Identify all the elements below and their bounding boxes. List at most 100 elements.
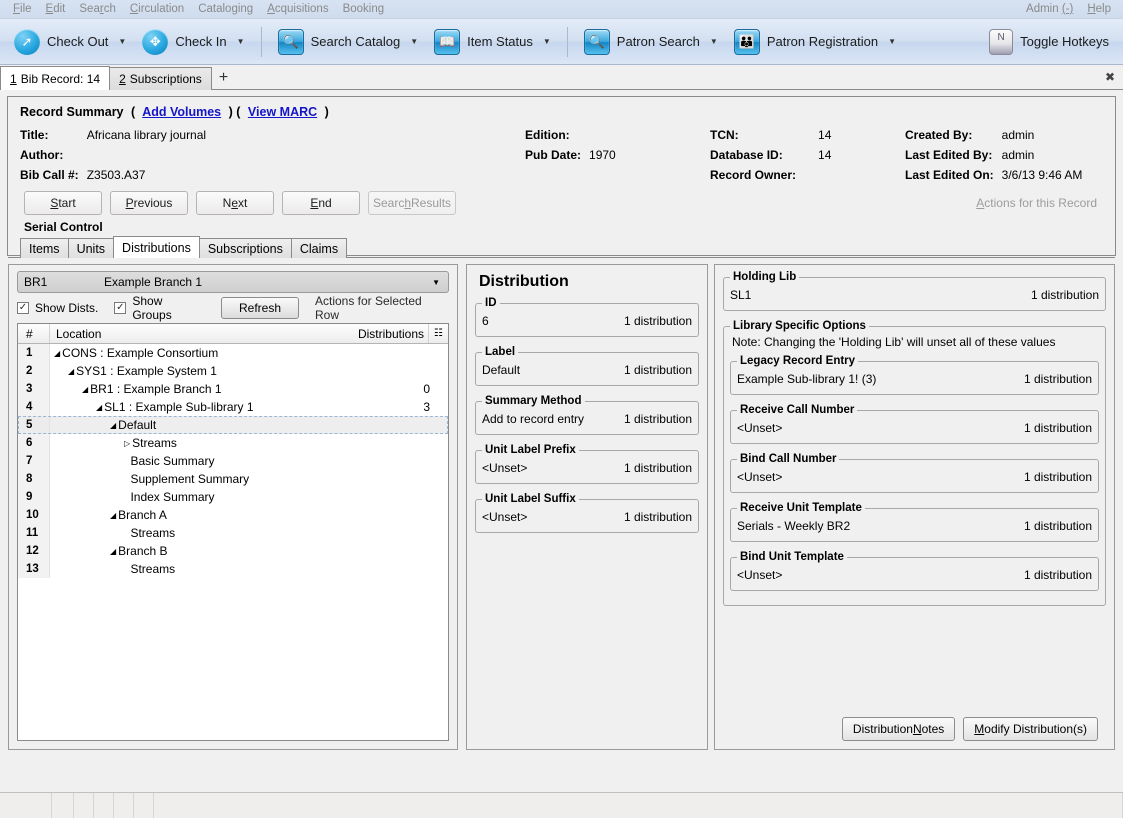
tree-row-label: Basic Summary (130, 454, 215, 468)
record-value-last-edited-on: 3/6/13 9:46 AM (1001, 168, 1083, 182)
tree-row-location: ◢ Default (50, 418, 360, 432)
search-catalog-icon: 🔍 (277, 28, 304, 55)
tab-items[interactable]: Items (20, 238, 69, 258)
search-results-button[interactable]: Searc h Results (368, 191, 456, 215)
tree-row[interactable]: 10 ◢ Branch A (18, 506, 448, 524)
menu-item-file[interactable]: File (6, 2, 39, 16)
toolbar-button-item-status[interactable]: 📖 Item Status ▼ (426, 22, 559, 62)
menu-item-search[interactable]: Search (72, 2, 122, 16)
column-header-num[interactable]: # (18, 324, 50, 343)
toolbar-button-patron-search[interactable]: 🔍 Patron Search ▼ (576, 22, 726, 62)
tab-distributions[interactable]: Distributions (113, 236, 200, 258)
nav-next-button[interactable]: Ne xt (196, 191, 274, 215)
id-fieldset: ID 6 1 distribution (475, 297, 699, 337)
tab-units[interactable]: Units (67, 238, 115, 258)
new-tab-button[interactable]: + (211, 70, 236, 86)
toolbar-button-check-out[interactable]: ➚ Check Out ▼ (6, 22, 134, 62)
bind-call-number-row[interactable]: <Unset> 1 distribution (737, 467, 1092, 487)
label-row[interactable]: Default 1 distribution (482, 360, 692, 380)
toolbar-button-patron-registration[interactable]: 👪 Patron Registration ▼ (726, 22, 904, 62)
unit-label-suffix-fieldset: Unit Label Suffix <Unset> 1 distribution (475, 493, 699, 533)
expand-triangle-icon[interactable]: ◢ (54, 349, 60, 358)
tab-subscriptions[interactable]: Subscriptions (198, 238, 292, 258)
status-bar (0, 792, 1123, 818)
tree-row[interactable]: 11 Streams (18, 524, 448, 542)
legacy-record-entry-row[interactable]: Example Sub-library 1! (3) 1 distribution (737, 369, 1092, 389)
tree-row[interactable]: 3 ◢ BR1 : Example Branch 10 (18, 380, 448, 398)
menu-item-circulation[interactable]: Circulation (123, 2, 191, 16)
distribution-notes-button[interactable]: Distribution Notes (841, 717, 956, 741)
bind-call-number-fieldset: Bind Call Number <Unset> 1 distribution (730, 453, 1099, 493)
menu-item-booking[interactable]: Booking (336, 2, 392, 16)
tree-row[interactable]: 8 Supplement Summary (18, 470, 448, 488)
record-key-bib-call: Bib Call #: (20, 168, 79, 182)
menu-item-acquisitions[interactable]: Acquisitions (260, 2, 335, 16)
window-tab-bib-record[interactable]: 1 Bib Record: 14 (0, 66, 111, 90)
summary-method-row[interactable]: Add to record entry 1 distribution (482, 409, 692, 429)
toolbar-button-search-catalog[interactable]: 🔍 Search Catalog ▼ (270, 22, 427, 62)
add-volumes-link[interactable]: Add Volumes (142, 105, 221, 119)
tree-row[interactable]: 13 Streams (18, 560, 448, 578)
receive-unit-template-row[interactable]: Serials - Weekly BR2 1 distribution (737, 516, 1092, 536)
modify-distributions-button[interactable]: Modify Distribution(s) (963, 717, 1098, 741)
column-header-location[interactable]: Location (50, 327, 340, 341)
tree-row[interactable]: 7 Basic Summary (18, 452, 448, 470)
nav-previous-button[interactable]: Previous (110, 191, 188, 215)
record-value-edition (581, 125, 616, 145)
nav-end-button[interactable]: End (282, 191, 360, 215)
chevron-down-icon[interactable]: ▼ (237, 37, 245, 46)
chevron-down-icon[interactable]: ▼ (888, 37, 896, 46)
actions-for-this-record-button[interactable]: Actions for this Record (976, 196, 1103, 210)
unit-label-suffix-row[interactable]: <Unset> 1 distribution (482, 507, 692, 527)
expand-triangle-icon[interactable]: ◢ (68, 367, 74, 376)
chevron-down-icon[interactable]: ▼ (118, 37, 126, 46)
chevron-down-icon[interactable]: ▼ (710, 37, 718, 46)
close-tab-icon[interactable]: ✖ (1105, 70, 1115, 84)
menu-item-edit[interactable]: Edit (39, 2, 73, 16)
tree-row[interactable]: 5 ◢ Default (18, 416, 448, 434)
holding-lib-value: SL1 (730, 288, 752, 302)
nav-start-button[interactable]: Start (24, 191, 102, 215)
actions-for-selected-row-button[interactable]: Actions for Selected Row (305, 294, 449, 322)
tree-row[interactable]: 2 ◢ SYS1 : Example System 1 (18, 362, 448, 380)
bind-unit-template-row[interactable]: <Unset> 1 distribution (737, 565, 1092, 585)
expand-triangle-icon[interactable]: ◢ (110, 547, 116, 556)
tree-row[interactable]: 9 Index Summary (18, 488, 448, 506)
tree-row[interactable]: 4 ◢ SL1 : Example Sub-library 13 (18, 398, 448, 416)
id-row[interactable]: 6 1 distribution (482, 311, 692, 331)
expand-triangle-icon[interactable]: ◢ (96, 403, 102, 412)
unit-label-suffix-count: 1 distribution (623, 510, 692, 524)
chevron-down-icon[interactable]: ▼ (543, 37, 551, 46)
record-field-keys: TCN: Database ID: Record Owner: (710, 125, 796, 185)
org-unit-select[interactable]: BR1 Example Branch 1 ▼ (17, 271, 449, 293)
column-picker-icon[interactable]: ☷ (428, 324, 448, 343)
window-tab-subscriptions[interactable]: 2 Subscriptions (109, 67, 212, 90)
chevron-down-icon[interactable]: ▼ (432, 278, 440, 287)
expand-triangle-icon[interactable]: ◢ (110, 511, 116, 520)
refresh-button[interactable]: Refresh (221, 297, 299, 319)
collapse-triangle-icon[interactable]: ▷ (124, 439, 130, 448)
expand-triangle-icon[interactable]: ◢ (82, 385, 88, 394)
expand-triangle-icon[interactable]: ◢ (110, 421, 116, 430)
toolbar-button-toggle-hotkeys[interactable]: N Toggle Hotkeys (981, 22, 1117, 62)
toolbar-button-check-in[interactable]: ✥ Check In ▼ (134, 22, 252, 62)
chevron-down-icon[interactable]: ▼ (410, 37, 418, 46)
unit-label-prefix-row[interactable]: <Unset> 1 distribution (482, 458, 692, 478)
show-groups-checkbox[interactable]: ✓ (114, 302, 127, 314)
holding-lib-count: 1 distribution (1030, 288, 1099, 302)
tree-row[interactable]: 12 ◢ Branch B (18, 542, 448, 560)
tree-row[interactable]: 1 ◢ CONS : Example Consortium (18, 344, 448, 362)
tree-row[interactable]: 6 ▷ Streams (18, 434, 448, 452)
tab-claims[interactable]: Claims (290, 238, 348, 258)
column-header-distributions[interactable]: Distributions (340, 327, 428, 341)
record-field-values: 1970 (581, 125, 616, 185)
menu-item-admin[interactable]: Admin (-) (1019, 2, 1080, 16)
show-dists-checkbox[interactable]: ✓ (17, 302, 29, 314)
tree-row-location: Streams (50, 562, 360, 576)
menu-item-cataloging[interactable]: Cataloging (191, 2, 260, 16)
tree-row-number: 9 (18, 488, 50, 506)
holding-lib-row[interactable]: SL1 1 distribution (730, 285, 1099, 305)
view-marc-link[interactable]: View MARC (248, 105, 317, 119)
menu-item-help[interactable]: Help (1080, 2, 1123, 16)
receive-call-number-row[interactable]: <Unset> 1 distribution (737, 418, 1092, 438)
